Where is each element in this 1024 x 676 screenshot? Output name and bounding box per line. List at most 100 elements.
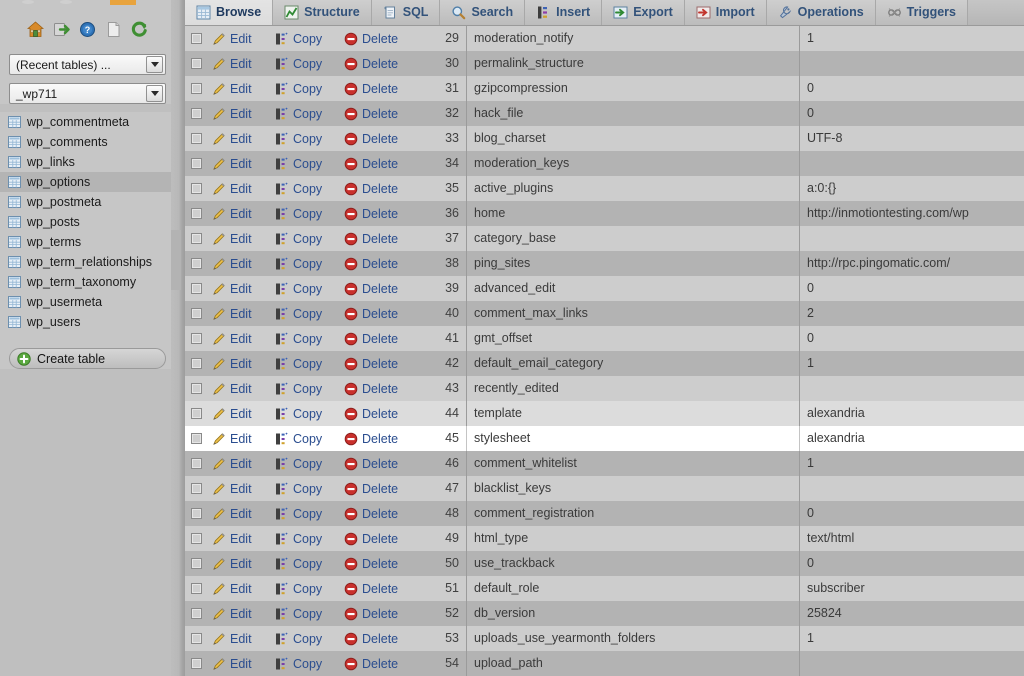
sidebar-table-item[interactable]: wp_term_relationships — [0, 252, 171, 272]
table-row[interactable]: Edit Copy Delete 44 template alexandria — [185, 401, 1024, 426]
docs-icon[interactable] — [105, 21, 122, 38]
delete-link[interactable]: Delete — [344, 607, 412, 621]
delete-link[interactable]: Delete — [344, 82, 412, 96]
sidebar-table-item[interactable]: wp_commentmeta — [0, 112, 171, 132]
delete-link[interactable]: Delete — [344, 207, 412, 221]
edit-link[interactable]: Edit — [212, 482, 271, 496]
tab-structure[interactable]: Structure — [273, 0, 372, 25]
row-checkbox[interactable] — [191, 283, 202, 294]
copy-link[interactable]: Copy — [275, 107, 340, 121]
edit-link[interactable]: Edit — [212, 132, 271, 146]
database-select[interactable]: _wp711 — [9, 83, 166, 104]
delete-link[interactable]: Delete — [344, 357, 412, 371]
edit-link[interactable]: Edit — [212, 207, 271, 221]
sidebar-table-item[interactable]: wp_users — [0, 312, 171, 332]
row-checkbox[interactable] — [191, 233, 202, 244]
row-checkbox[interactable] — [191, 83, 202, 94]
home-icon[interactable] — [27, 20, 44, 38]
delete-link[interactable]: Delete — [344, 32, 412, 46]
edit-link[interactable]: Edit — [212, 282, 271, 296]
copy-link[interactable]: Copy — [275, 332, 340, 346]
delete-link[interactable]: Delete — [344, 182, 412, 196]
copy-link[interactable]: Copy — [275, 57, 340, 71]
table-row[interactable]: Edit Copy Delete 43 recently_edited — [185, 376, 1024, 401]
table-row[interactable]: Edit Copy Delete 51 default_role subscriber — [185, 576, 1024, 601]
sidebar-table-item[interactable]: wp_options — [0, 172, 171, 192]
row-checkbox[interactable] — [191, 658, 202, 669]
edit-link[interactable]: Edit — [212, 432, 271, 446]
copy-link[interactable]: Copy — [275, 657, 340, 671]
copy-link[interactable]: Copy — [275, 132, 340, 146]
table-row[interactable]: Edit Copy Delete 34 moderation_keys — [185, 151, 1024, 176]
edit-link[interactable]: Edit — [212, 232, 271, 246]
copy-link[interactable]: Copy — [275, 532, 340, 546]
table-row[interactable]: Edit Copy Delete 38 ping_sites http://rpc.pin… — [185, 251, 1024, 276]
edit-link[interactable]: Edit — [212, 382, 271, 396]
sidebar-table-item[interactable]: wp_postmeta — [0, 192, 171, 212]
delete-link[interactable]: Delete — [344, 257, 412, 271]
copy-link[interactable]: Copy — [275, 607, 340, 621]
edit-link[interactable]: Edit — [212, 332, 271, 346]
delete-link[interactable]: Delete — [344, 232, 412, 246]
row-checkbox[interactable] — [191, 208, 202, 219]
delete-link[interactable]: Delete — [344, 632, 412, 646]
delete-link[interactable]: Delete — [344, 132, 412, 146]
table-row[interactable]: Edit Copy Delete 53 uploads_use_yearmonth_fo… — [185, 626, 1024, 651]
edit-link[interactable]: Edit — [212, 357, 271, 371]
chevron-down-icon[interactable] — [146, 85, 163, 102]
tab-import[interactable]: Import — [684, 0, 767, 25]
copy-link[interactable]: Copy — [275, 407, 340, 421]
table-row[interactable]: Edit Copy Delete 52 db_version 25824 — [185, 601, 1024, 626]
row-checkbox[interactable] — [191, 433, 202, 444]
edit-link[interactable]: Edit — [212, 557, 271, 571]
edit-link[interactable]: Edit — [212, 407, 271, 421]
edit-link[interactable]: Edit — [212, 307, 271, 321]
edit-link[interactable]: Edit — [212, 507, 271, 521]
copy-link[interactable]: Copy — [275, 457, 340, 471]
delete-link[interactable]: Delete — [344, 332, 412, 346]
row-checkbox[interactable] — [191, 133, 202, 144]
delete-link[interactable]: Delete — [344, 457, 412, 471]
edit-link[interactable]: Edit — [212, 257, 271, 271]
table-row[interactable]: Edit Copy Delete 30 permalink_structure — [185, 51, 1024, 76]
delete-link[interactable]: Delete — [344, 532, 412, 546]
copy-link[interactable]: Copy — [275, 432, 340, 446]
table-row[interactable]: Edit Copy Delete 32 hack_file 0 — [185, 101, 1024, 126]
copy-link[interactable]: Copy — [275, 482, 340, 496]
sidebar-table-item[interactable]: wp_links — [0, 152, 171, 172]
row-checkbox[interactable] — [191, 408, 202, 419]
edit-link[interactable]: Edit — [212, 157, 271, 171]
table-row[interactable]: Edit Copy Delete 31 gzipcompression 0 — [185, 76, 1024, 101]
delete-link[interactable]: Delete — [344, 407, 412, 421]
edit-link[interactable]: Edit — [212, 107, 271, 121]
table-row[interactable]: Edit Copy Delete 48 comment_registration 0 — [185, 501, 1024, 526]
copy-link[interactable]: Copy — [275, 257, 340, 271]
edit-link[interactable]: Edit — [212, 57, 271, 71]
delete-link[interactable]: Delete — [344, 482, 412, 496]
edit-link[interactable]: Edit — [212, 532, 271, 546]
reload-icon[interactable] — [131, 21, 148, 38]
edit-link[interactable]: Edit — [212, 657, 271, 671]
chevron-down-icon[interactable] — [146, 56, 163, 73]
delete-link[interactable]: Delete — [344, 507, 412, 521]
sidebar-table-item[interactable]: wp_term_taxonomy — [0, 272, 171, 292]
tab-search[interactable]: Search — [440, 0, 526, 25]
copy-link[interactable]: Copy — [275, 207, 340, 221]
delete-link[interactable]: Delete — [344, 557, 412, 571]
edit-link[interactable]: Edit — [212, 32, 271, 46]
copy-link[interactable]: Copy — [275, 282, 340, 296]
tab-insert[interactable]: Insert — [525, 0, 603, 25]
copy-link[interactable]: Copy — [275, 157, 340, 171]
copy-link[interactable]: Copy — [275, 82, 340, 96]
edit-link[interactable]: Edit — [212, 182, 271, 196]
copy-link[interactable]: Copy — [275, 232, 340, 246]
row-checkbox[interactable] — [191, 583, 202, 594]
tab-triggers[interactable]: Triggers — [875, 0, 968, 25]
row-checkbox[interactable] — [191, 608, 202, 619]
table-row[interactable]: Edit Copy Delete 46 comment_whitelist 1 — [185, 451, 1024, 476]
row-checkbox[interactable] — [191, 158, 202, 169]
delete-link[interactable]: Delete — [344, 157, 412, 171]
table-row[interactable]: Edit Copy Delete 39 advanced_edit 0 — [185, 276, 1024, 301]
logout-icon[interactable] — [53, 21, 70, 38]
delete-link[interactable]: Delete — [344, 382, 412, 396]
